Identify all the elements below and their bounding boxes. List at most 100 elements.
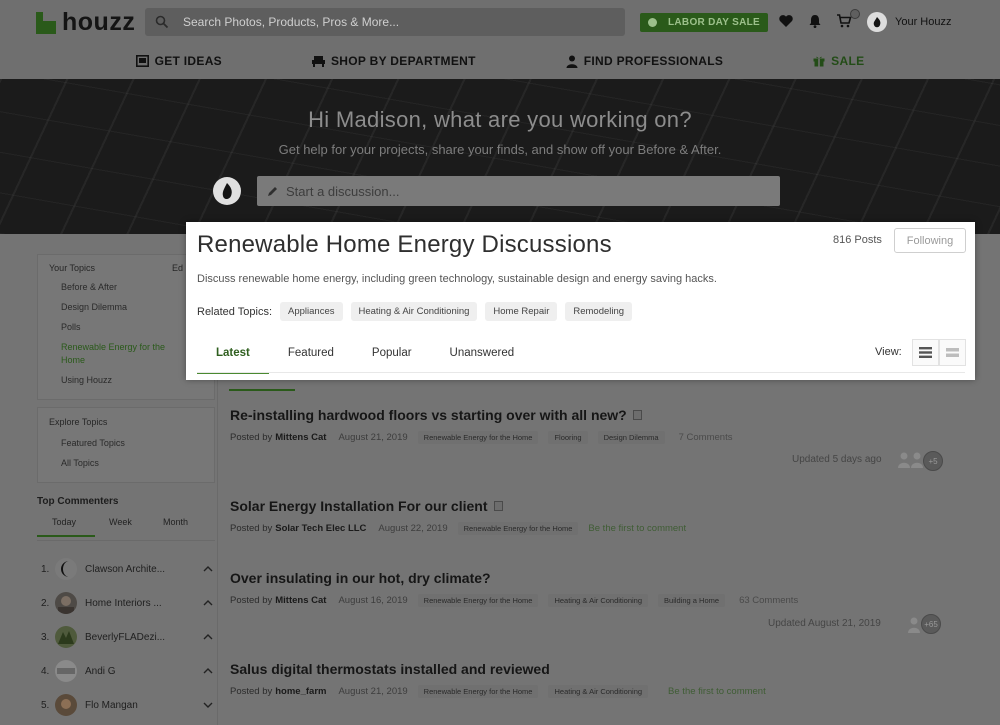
post-tag[interactable]: Flooring	[548, 431, 588, 444]
post-author[interactable]: Mittens Cat	[275, 595, 326, 606]
topic-link[interactable]: Using Houzz	[61, 374, 112, 387]
photo-attachment-icon	[493, 501, 503, 511]
post-author[interactable]: home_farm	[275, 686, 326, 697]
tab-latest[interactable]: Latest	[197, 340, 269, 374]
related-topic-chip[interactable]: Home Repair	[485, 302, 558, 321]
logo-text: houzz	[62, 8, 136, 36]
topic-link-active[interactable]: Renewable Energy for the Home	[61, 341, 181, 367]
topic-description: Discuss renewable home energy, including…	[197, 273, 717, 285]
commenter-rank: 4.	[41, 665, 50, 677]
post-title[interactable]: Re-installing hardwood floors vs startin…	[230, 407, 627, 423]
more-participants-badge[interactable]: +65	[921, 614, 941, 634]
chevron-up-icon[interactable]	[201, 566, 215, 572]
tab-featured[interactable]: Featured	[269, 340, 353, 374]
posted-by-label: Posted by	[230, 595, 273, 606]
list-view-button[interactable]	[912, 339, 939, 366]
hero-greeting: Hi Madison, what are you working on?	[308, 107, 692, 132]
tabs-divider	[197, 372, 965, 373]
related-topic-chip[interactable]: Remodeling	[565, 302, 633, 321]
posted-by-label: Posted by	[230, 523, 273, 534]
heart-icon[interactable]	[778, 13, 794, 29]
discussion-post[interactable]: Over insulating in our hot, dry climate?…	[230, 570, 950, 607]
start-discussion-input[interactable]	[284, 182, 764, 200]
tab-week[interactable]: Week	[109, 517, 132, 527]
topic-link[interactable]: Before & After	[61, 281, 117, 294]
promo-dot-icon	[648, 18, 657, 27]
commenter-name: Home Interiors ...	[85, 597, 162, 609]
discussion-post[interactable]: Solar Energy Installation For our client…	[230, 498, 950, 535]
post-tag[interactable]: Renewable Energy for the Home	[417, 594, 539, 607]
related-topic-chip[interactable]: Appliances	[280, 302, 343, 321]
start-discussion-box[interactable]	[257, 176, 780, 206]
post-title[interactable]: Over insulating in our hot, dry climate?	[230, 570, 491, 586]
commenter-rank: 2.	[41, 597, 50, 609]
pencil-icon	[268, 187, 277, 196]
explore-link[interactable]: All Topics	[61, 457, 99, 470]
commenter-row[interactable]: 3. BeverlyFLADezi...	[37, 624, 215, 650]
commenter-row[interactable]: 2. Home Interiors ...	[37, 590, 215, 616]
chevron-up-icon[interactable]	[201, 634, 215, 640]
following-button[interactable]: Following	[894, 228, 966, 253]
chevron-up-icon[interactable]	[201, 668, 215, 674]
chevron-up-icon[interactable]	[201, 600, 215, 606]
houzz-logo[interactable]: houzz	[36, 8, 135, 37]
commenter-avatar	[55, 626, 77, 648]
discussion-post[interactable]: Re-installing hardwood floors vs startin…	[230, 407, 950, 444]
tab-today[interactable]: Today	[52, 517, 76, 527]
compact-view-button[interactable]	[939, 339, 966, 366]
top-commenters: Top Commenters Today Week Month 1. Claws…	[37, 496, 215, 716]
nav-shop-label: SHOP BY DEPARTMENT	[330, 54, 476, 68]
post-tag[interactable]: Renewable Energy for the Home	[417, 431, 539, 444]
nav-sale[interactable]: SALE	[813, 46, 864, 76]
post-tag[interactable]: Building a Home	[658, 594, 726, 607]
participant-avatar-icon	[908, 617, 920, 633]
search-input[interactable]	[181, 14, 601, 30]
search-bar[interactable]	[145, 8, 625, 36]
post-date: August 21, 2019	[338, 686, 408, 697]
commenter-row[interactable]: 4. Andi G	[37, 658, 215, 684]
discussion-tabs: Latest Featured Popular Unanswered	[197, 340, 533, 374]
comment-count[interactable]: 7 Comments	[679, 432, 733, 443]
commenter-row[interactable]: 1. Clawson Archite...	[37, 556, 215, 582]
cart-button[interactable]	[836, 9, 860, 29]
tab-unanswered[interactable]: Unanswered	[431, 340, 534, 374]
post-updated: Updated August 21, 2019	[768, 618, 881, 629]
topic-link[interactable]: Polls	[61, 321, 81, 334]
first-comment-link[interactable]: Be the first to comment	[588, 523, 686, 534]
discussion-post[interactable]: Salus digital thermostats installed and …	[230, 661, 950, 698]
photo-attachment-icon	[632, 410, 642, 420]
post-title[interactable]: Solar Energy Installation For our client	[230, 498, 488, 514]
topic-link[interactable]: Design Dilemma	[61, 301, 127, 314]
tab-month[interactable]: Month	[163, 517, 188, 527]
post-tag[interactable]: Design Dilemma	[597, 431, 665, 444]
post-author[interactable]: Solar Tech Elec LLC	[275, 523, 366, 534]
post-author[interactable]: Mittens Cat	[275, 432, 326, 443]
commenter-row[interactable]: 5. Flo Mangan	[37, 692, 215, 718]
person-icon	[566, 55, 578, 68]
user-avatar	[867, 12, 887, 32]
post-title[interactable]: Salus digital thermostats installed and …	[230, 661, 550, 677]
tab-popular[interactable]: Popular	[353, 340, 431, 374]
bell-icon[interactable]	[807, 13, 823, 29]
more-participants-badge[interactable]: +5	[923, 451, 943, 471]
post-tag[interactable]: Renewable Energy for the Home	[417, 685, 539, 698]
explore-link[interactable]: Featured Topics	[61, 437, 125, 450]
post-tag[interactable]: Heating & Air Conditioning	[548, 685, 649, 698]
comment-count[interactable]: 63 Comments	[739, 595, 798, 606]
post-tag[interactable]: Heating & Air Conditioning	[548, 594, 649, 607]
nav-get-ideas[interactable]: GET IDEAS	[135, 46, 222, 76]
edit-topics-link[interactable]: Ed	[172, 263, 183, 273]
related-topics-label: Related Topics:	[197, 305, 273, 318]
nav-find-professionals[interactable]: FIND PROFESSIONALS	[566, 46, 723, 76]
nav-shop-by-department[interactable]: SHOP BY DEPARTMENT	[311, 46, 476, 76]
first-comment-link[interactable]: Be the first to comment	[668, 686, 766, 697]
related-topic-chip[interactable]: Heating & Air Conditioning	[350, 302, 478, 321]
main-nav: GET IDEAS SHOP BY DEPARTMENT FIND PROFES…	[0, 46, 1000, 76]
your-houzz-menu[interactable]: Your Houzz	[867, 12, 951, 32]
labor-day-sale-banner[interactable]: LABOR DAY SALE	[640, 13, 768, 32]
chevron-down-icon[interactable]	[201, 702, 215, 708]
post-tag[interactable]: Renewable Energy for the Home	[457, 522, 579, 535]
cart-badge	[850, 9, 860, 19]
promo-label: LABOR DAY SALE	[668, 17, 760, 28]
latest-tab-indicator-behind	[229, 389, 295, 391]
